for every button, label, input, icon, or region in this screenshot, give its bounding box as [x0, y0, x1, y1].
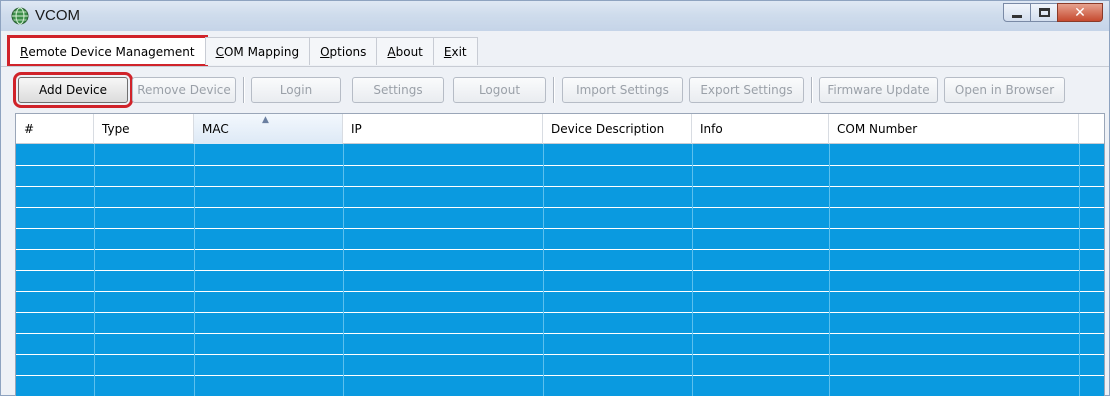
column-header-number[interactable]: # — [16, 114, 94, 144]
toolbar-separator — [553, 77, 555, 103]
logout-button[interactable]: Logout — [453, 77, 546, 103]
firmware-update-button[interactable]: Firmware Update — [819, 77, 938, 103]
table-row-divider — [16, 375, 1104, 376]
column-header-ip[interactable]: IP — [343, 114, 543, 144]
title-bar[interactable]: VCOM ✕ — [1, 1, 1109, 31]
column-header-mac[interactable]: MAC ▲ — [194, 114, 343, 144]
close-icon: ✕ — [1074, 4, 1086, 21]
menu-options[interactable]: Options — [309, 37, 378, 65]
vcom-window: VCOM ✕ Remote Device Management C OM Mapp… — [0, 0, 1110, 396]
menu-mnemonic: A — [387, 44, 396, 59]
column-header-info[interactable]: Info — [692, 114, 829, 144]
minimize-button[interactable] — [1003, 3, 1031, 22]
sort-ascending-icon: ▲ — [262, 115, 269, 125]
table-column-divider — [194, 144, 195, 396]
table-row-divider — [16, 207, 1104, 208]
table-row-divider — [16, 333, 1104, 334]
device-table[interactable]: # Type MAC ▲ IP Device Description Info … — [15, 113, 1105, 396]
menu-label: bout — [395, 44, 423, 59]
toolbar-separator — [243, 77, 245, 103]
table-column-divider — [829, 144, 830, 396]
add-device-button[interactable]: Add Device — [13, 72, 133, 108]
maximize-icon — [1038, 8, 1050, 17]
menu-label: emote Device Management — [28, 44, 195, 59]
table-row-divider — [16, 165, 1104, 166]
window-controls: ✕ — [1003, 3, 1103, 23]
remove-device-button[interactable]: Remove Device — [132, 77, 236, 103]
login-button[interactable]: Login — [251, 77, 341, 103]
menu-exit[interactable]: Exit — [432, 37, 478, 65]
column-header-device-description[interactable]: Device Description — [543, 114, 692, 144]
maximize-button[interactable] — [1030, 3, 1058, 22]
menu-com-mapping[interactable]: C OM Mapping — [204, 37, 311, 65]
globe-icon — [11, 7, 29, 25]
table-row-divider — [16, 354, 1104, 355]
table-row-divider — [16, 228, 1104, 229]
table-column-divider — [692, 144, 693, 396]
table-column-divider — [94, 144, 95, 396]
table-row-divider — [16, 249, 1104, 250]
open-in-browser-button[interactable]: Open in Browser — [944, 77, 1065, 103]
export-settings-button[interactable]: Export Settings — [689, 77, 804, 103]
menu-label: ptions — [329, 44, 367, 59]
settings-button[interactable]: Settings — [352, 77, 444, 103]
minimize-icon — [1012, 15, 1022, 18]
window-title: VCOM — [35, 7, 80, 24]
menu-label: xit — [451, 44, 467, 59]
menu-mnemonic: E — [443, 44, 452, 59]
column-header-filler — [1079, 114, 1104, 144]
column-header-com-number[interactable]: COM Number — [829, 114, 1079, 144]
menu-mnemonic: C — [215, 44, 224, 59]
toolbar-separator — [811, 77, 813, 103]
toolbar: Add Device Remove Device Login Settings … — [1, 66, 1109, 108]
menu-remote-device-management[interactable]: Remote Device Management — [7, 35, 208, 67]
table-row-divider — [16, 291, 1104, 292]
table-header: # Type MAC ▲ IP Device Description Info … — [16, 114, 1104, 144]
table-row-divider — [16, 270, 1104, 271]
table-row-divider — [16, 186, 1104, 187]
menu-mnemonic: O — [320, 44, 330, 59]
import-settings-button[interactable]: Import Settings — [562, 77, 683, 103]
menu-bar: Remote Device Management C OM Mapping Opt… — [7, 35, 478, 67]
table-column-divider — [543, 144, 544, 396]
column-header-type[interactable]: Type — [94, 114, 194, 144]
column-header-mac-label: MAC — [202, 122, 229, 136]
table-column-divider — [343, 144, 344, 396]
table-body[interactable] — [16, 144, 1104, 396]
table-column-divider — [1079, 144, 1080, 396]
menu-about[interactable]: About — [376, 37, 434, 65]
close-button[interactable]: ✕ — [1057, 3, 1103, 22]
menu-label: OM Mapping — [223, 44, 300, 59]
menu-mnemonic: R — [20, 44, 29, 59]
table-row-divider — [16, 312, 1104, 313]
